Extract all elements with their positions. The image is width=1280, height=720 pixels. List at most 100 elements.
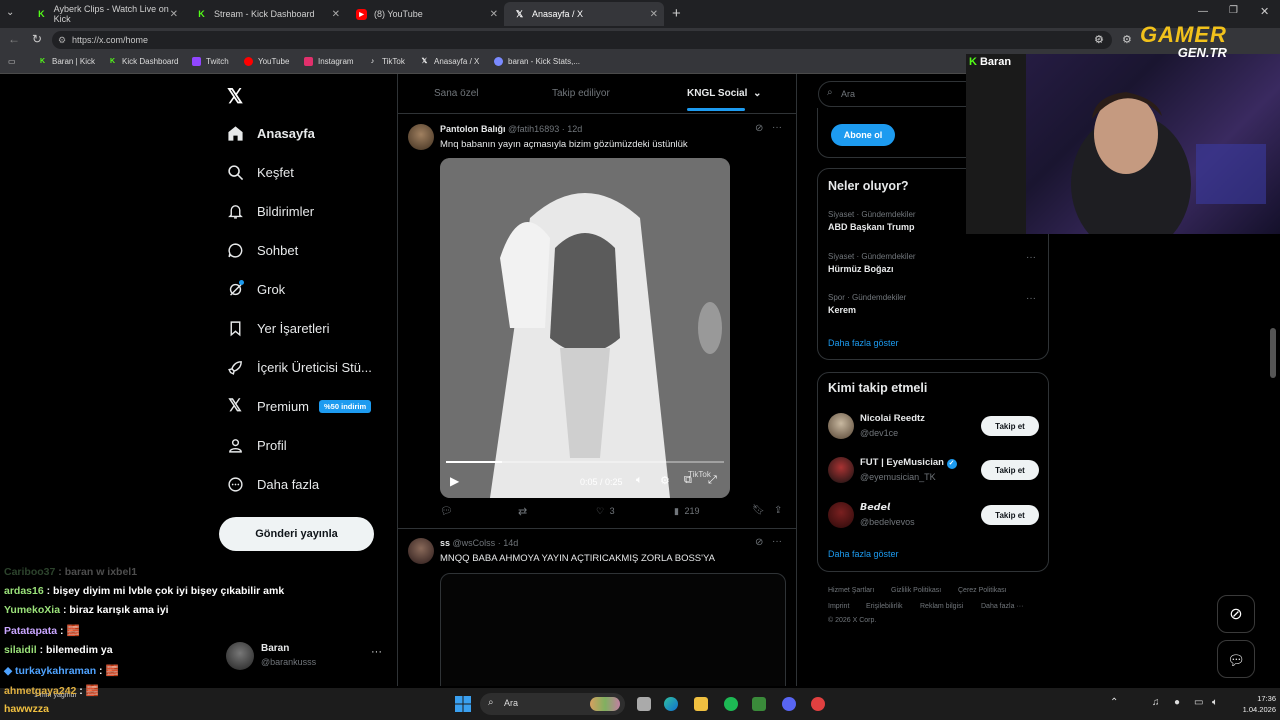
sidebar-item-creator-studio[interactable]: İçerik Üreticisi Stü...	[226, 358, 372, 376]
volume-icon[interactable]: 🔈︎	[636, 474, 643, 487]
repost-icon[interactable]: ⇄	[518, 505, 527, 518]
spotify-icon[interactable]	[724, 697, 738, 711]
follow-button[interactable]: Takip et	[981, 505, 1039, 525]
tab-following[interactable]: Takip ediliyor	[552, 88, 610, 99]
share-icon[interactable]: ⇪	[774, 505, 782, 516]
tweet[interactable]: Pantolon Balığı @fatih16893 · 12d ⊘ ··· …	[398, 114, 796, 528]
grok-float-button[interactable]: ⊘	[1217, 595, 1255, 633]
bookmark-item[interactable]: K Kick Dashboard	[108, 57, 179, 66]
footer-link[interactable]: Hizmet Şartları	[828, 587, 874, 594]
headset-icon[interactable]: ♫	[1152, 697, 1160, 708]
edge-icon[interactable]	[664, 697, 678, 711]
tweet-more-icon[interactable]: ···	[772, 536, 782, 547]
back-icon[interactable]: ←	[8, 32, 20, 46]
trends-show-more-link[interactable]: Daha fazla göster	[828, 338, 899, 348]
tweet-more-icon[interactable]: ···	[772, 122, 782, 133]
profile-icon[interactable]: ⚙	[1122, 33, 1132, 46]
task-view-icon[interactable]	[637, 697, 651, 711]
footer-link[interactable]: Reklam bilgisi	[920, 603, 963, 610]
sidebar-item-grok[interactable]: Grok	[226, 280, 285, 298]
new-tab-button[interactable]: +	[672, 5, 681, 22]
close-tab-icon[interactable]: ✕	[332, 9, 340, 20]
tab-for-you[interactable]: Sana özel	[434, 88, 478, 99]
volume-icon[interactable]: 🔈︎	[1212, 697, 1218, 708]
extensions-icon[interactable]: ⚙	[1094, 33, 1104, 46]
browser-tab[interactable]: ▶ (8) YouTube ✕	[346, 2, 504, 26]
follow-show-more-link[interactable]: Daha fazla göster	[828, 549, 899, 559]
account-more-icon[interactable]: ···	[371, 646, 382, 658]
bookmark-icon[interactable]: 🔖︎	[752, 505, 765, 516]
footer-link[interactable]: Çerez Politikası	[958, 587, 1007, 594]
start-button[interactable]	[455, 696, 471, 712]
reply-icon[interactable]: 💬︎	[440, 506, 453, 517]
video-progress-track[interactable]	[446, 461, 724, 463]
sidebar-item-home[interactable]: Anasayfa	[226, 124, 315, 142]
taskbar-search[interactable]: ⌕ Ara	[480, 693, 625, 715]
footer-link[interactable]: Gizlilik Politikası	[891, 587, 941, 594]
url-input[interactable]: ⚙ https://x.com/home ☆	[52, 31, 1112, 49]
file-explorer-icon[interactable]	[694, 697, 708, 711]
display-icon[interactable]: ▭	[1194, 697, 1203, 708]
like-button[interactable]: ♡ 3	[596, 506, 615, 517]
bookmark-item[interactable]: Instagram	[304, 57, 354, 66]
tray-chevron-icon[interactable]: ⌃	[1110, 697, 1118, 708]
sidebar-item-explore[interactable]: Keşfet	[226, 163, 294, 181]
scrollbar-thumb[interactable]	[1270, 328, 1276, 378]
close-window-icon[interactable]: ✕	[1260, 5, 1269, 18]
sidebar-item-premium[interactable]: 𝕏 Premium %50 indirim	[226, 396, 372, 415]
tweet[interactable]: ss @wsColss · 14d ⊘ ··· MNQQ BABA AHMOYA…	[398, 529, 796, 686]
browser-tab[interactable]: K Stream - Kick Dashboard ✕	[186, 2, 346, 26]
close-tab-icon[interactable]: ✕	[170, 9, 178, 20]
bookmark-item[interactable]: ♪ TikTok	[368, 57, 405, 66]
trend-item[interactable]: Spor · Gündemdekiler Kerem ···	[828, 293, 1040, 315]
bookmark-item[interactable]: baran - Kick Stats,...	[494, 57, 580, 66]
mic-icon[interactable]: ●	[1174, 697, 1180, 708]
reload-icon[interactable]: ↻	[32, 32, 42, 46]
bookmark-item[interactable]: 𝕏 Anasayfa / X	[420, 57, 480, 66]
browser-icon[interactable]	[811, 697, 825, 711]
search-box[interactable]: ⌕ Ara	[818, 81, 978, 107]
browser-tab-active[interactable]: 𝕏 Anasayfa / X ✕	[504, 2, 664, 26]
sidebar-item-chat[interactable]: Sohbet	[226, 241, 298, 259]
settings-gear-icon[interactable]: ⚙	[660, 474, 670, 487]
subscribe-button[interactable]: Abone ol	[831, 124, 895, 146]
sidebar-item-bookmarks[interactable]: Yer İşaretleri	[226, 319, 330, 337]
follow-button[interactable]: Takip et	[981, 460, 1039, 480]
fullscreen-icon[interactable]: ⤢	[708, 474, 717, 487]
bookmark-item[interactable]: K Baran | Kick	[38, 57, 95, 66]
close-tab-icon[interactable]: ✕	[490, 9, 498, 20]
trend-more-icon[interactable]: ···	[1026, 252, 1036, 263]
trend-more-icon[interactable]: ···	[1026, 293, 1036, 304]
maximize-icon[interactable]: ❐	[1229, 5, 1238, 16]
sidebar-item-profile[interactable]: Profil	[226, 436, 287, 454]
tab-list-menu-icon[interactable]: ⌄	[6, 7, 20, 21]
play-icon[interactable]: ▶	[450, 474, 459, 488]
site-info-icon[interactable]: ⚙	[58, 31, 66, 49]
pip-icon[interactable]: ⧉	[684, 474, 692, 487]
messages-float-button[interactable]: 💬︎	[1217, 640, 1255, 678]
discord-icon[interactable]	[782, 697, 796, 711]
views-button[interactable]: ▮ 219	[674, 506, 700, 517]
grok-icon[interactable]: ⊘	[755, 537, 763, 548]
close-tab-icon[interactable]: ✕	[650, 9, 658, 20]
footer-link[interactable]: Erişilebilirlik	[866, 603, 903, 610]
minimize-icon[interactable]: —	[1198, 6, 1208, 17]
tweet-video[interactable]: TikTok ▶ 0:05 / 0:25 🔈︎ ⚙ ⧉ ⤢	[440, 158, 730, 498]
grok-icon[interactable]: ⊘	[755, 123, 763, 134]
app-icon[interactable]	[752, 697, 766, 711]
bookmark-item[interactable]: Twitch	[192, 57, 229, 66]
sidebar-item-more[interactable]: Daha fazla	[226, 475, 319, 493]
bookmarks-menu-icon[interactable]: ▭	[8, 57, 16, 66]
clock[interactable]: 17:36 1.04.2026	[1232, 693, 1276, 715]
bookmark-item[interactable]: YouTube	[244, 57, 289, 66]
footer-link[interactable]: Imprint	[828, 603, 849, 610]
footer-link[interactable]: Daha fazla ···	[981, 603, 1023, 610]
browser-tab[interactable]: K Ayberk Clips - Watch Live on Kick ✕	[26, 2, 184, 26]
trend-item[interactable]: Siyaset · Gündemdekiler Hürmüz Boğazı ··…	[828, 252, 1040, 274]
account-switcher[interactable]: Baran @barankusss ···	[226, 640, 386, 672]
post-button[interactable]: Gönderi yayınla	[219, 517, 374, 551]
tweet-media[interactable]	[440, 573, 786, 686]
tab-kngl-social[interactable]: KNGL Social ⌄	[687, 88, 762, 111]
follow-button[interactable]: Takip et	[981, 416, 1039, 436]
x-logo-icon[interactable]: 𝕏	[227, 84, 243, 109]
